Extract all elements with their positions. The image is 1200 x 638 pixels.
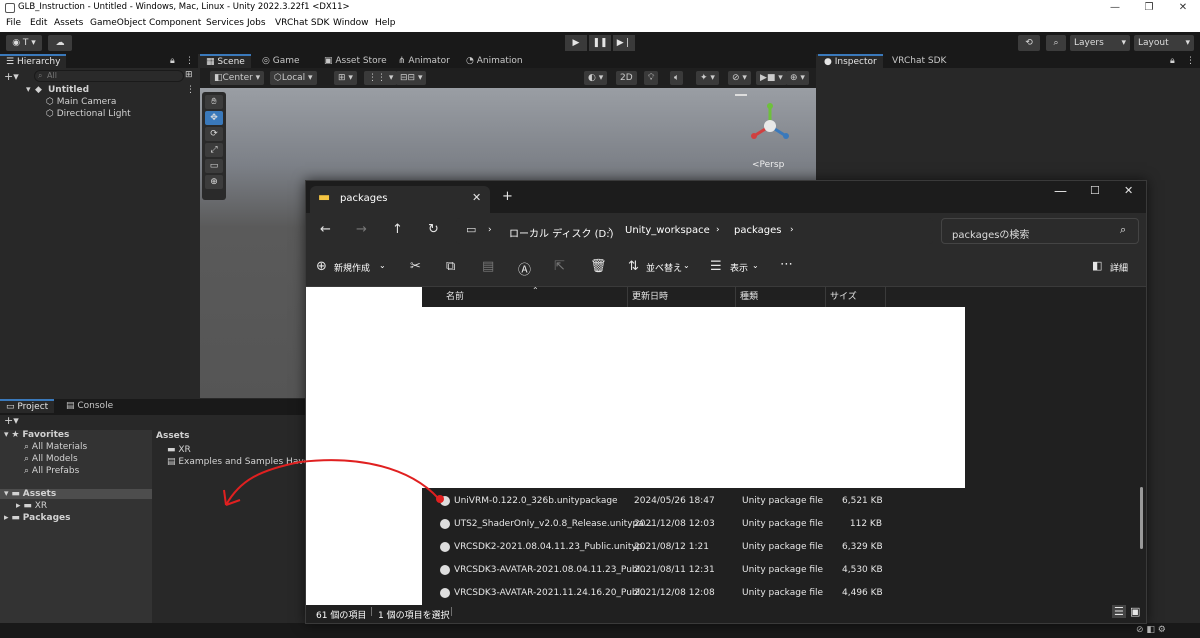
annotation-arrow-icon (223, 459, 444, 506)
